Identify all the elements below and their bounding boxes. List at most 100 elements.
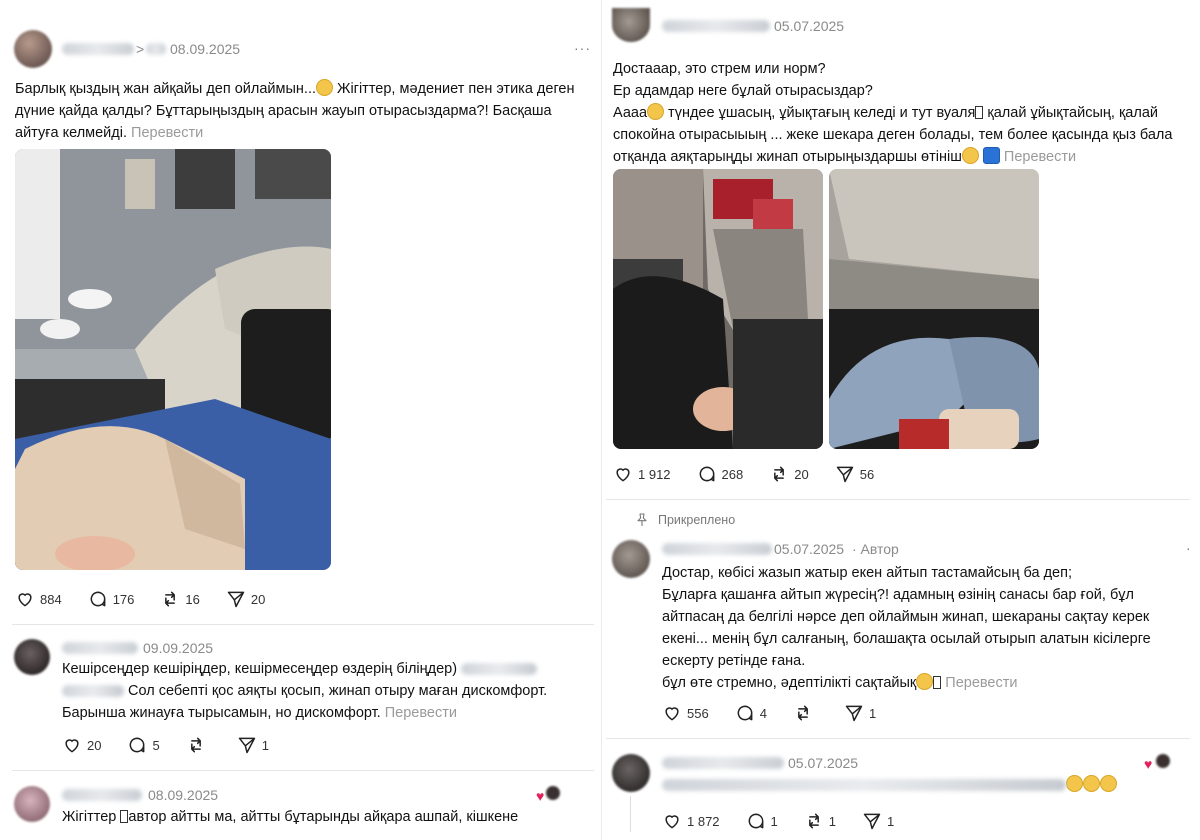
- reply-button[interactable]: 5: [127, 735, 160, 755]
- post-date[interactable]: 08.09.2025: [170, 41, 240, 57]
- pinned-line-4: екені... менің бұл салғаның, болашақта о…: [662, 631, 1151, 647]
- avatar[interactable]: [14, 30, 52, 68]
- more-options-icon[interactable]: ···: [574, 40, 591, 56]
- like-count: 1 912: [638, 466, 671, 482]
- send-icon: [238, 737, 255, 754]
- like-button[interactable]: 1 872: [662, 811, 720, 831]
- post-photo-airplane-1[interactable]: [613, 169, 823, 449]
- reply-line-1b: автор айтты ма, айтты бұтарынды айқара а…: [128, 809, 519, 825]
- repost-button[interactable]: [793, 703, 818, 723]
- breadcrumb-separator: >: [136, 41, 145, 57]
- share-button[interactable]: 1: [844, 703, 876, 723]
- author-label: · Автор: [852, 541, 899, 557]
- divider: [12, 770, 594, 771]
- post-line-5: отқанда аяқтарыңды жинап отырыңыздаршы ө…: [613, 149, 962, 165]
- heart-icon: [665, 815, 679, 829]
- topic-blurred[interactable]: [146, 43, 166, 55]
- username-blurred[interactable]: [662, 757, 784, 769]
- share-button[interactable]: 1: [862, 811, 894, 831]
- username-blurred[interactable]: [662, 543, 772, 555]
- reply-count: 4: [759, 705, 767, 721]
- grinning-face-emoji-icon: [1083, 775, 1100, 792]
- pinned-line-6: бұл өте стремно, әдептілікті сақтайық: [662, 675, 917, 691]
- username-blurred[interactable]: [62, 642, 138, 654]
- reply-line-2: Сол себепті қос аяқты қосып, жинап отыру…: [128, 683, 548, 699]
- reply-button[interactable]: 4: [735, 703, 767, 723]
- post-photo-airplane-2[interactable]: [829, 169, 1039, 449]
- like-button[interactable]: 20: [62, 735, 101, 755]
- pinned-line-3: айтпасаң да белгілі нәрсе деп ойлаймын ж…: [662, 609, 1150, 625]
- blurred-text: [662, 779, 1066, 792]
- post-line-4: спокойна отырасыыың ... жеке шекара деге…: [613, 127, 1173, 143]
- mention-blurred[interactable]: [461, 663, 538, 676]
- more-options-icon[interactable]: ·: [1186, 540, 1192, 556]
- translate-link[interactable]: Перевести: [1004, 149, 1076, 165]
- translate-link[interactable]: Перевести: [131, 125, 203, 141]
- post-date[interactable]: 05.07.2025: [774, 18, 844, 34]
- reply-date[interactable]: 08.09.2025: [148, 787, 218, 803]
- send-icon: [836, 466, 853, 483]
- divider: [606, 499, 1190, 500]
- comment-bubble-icon: [90, 591, 106, 607]
- like-count: 884: [40, 591, 62, 607]
- post-line-3b: түндее ұшасың, ұйықтағың келеді и тут ву…: [664, 105, 976, 121]
- send-icon: [845, 705, 863, 722]
- reply-button[interactable]: 268: [697, 464, 743, 484]
- thread-line: [630, 796, 631, 832]
- reply-date[interactable]: 09.09.2025: [143, 640, 213, 656]
- share-button[interactable]: 20: [226, 589, 265, 609]
- like-button[interactable]: 556: [662, 703, 709, 723]
- share-button[interactable]: 1: [237, 735, 269, 755]
- metro-photo-illustration: [15, 149, 331, 570]
- avatar[interactable]: [14, 639, 50, 675]
- author-avatar-small: [1156, 754, 1170, 768]
- repost-button[interactable]: 20: [769, 464, 809, 484]
- comment-bubble-icon: [699, 466, 714, 482]
- reply-count: 1: [770, 813, 778, 829]
- pin-icon: [637, 513, 647, 526]
- post-line-3a: Аааа: [613, 105, 648, 121]
- pinned-text: Достар, көбісі жазып жатыр екен айтып та…: [662, 562, 1198, 694]
- like-button[interactable]: 884: [15, 589, 62, 609]
- grinning-face-emoji-icon: [1100, 775, 1117, 792]
- avatar[interactable]: [612, 8, 650, 42]
- liked-by-author-heart-icon: ♥: [536, 788, 545, 804]
- repost-button[interactable]: 1: [804, 811, 836, 831]
- comment-bubble-icon: [748, 813, 763, 829]
- missing-glyph-icon: [933, 676, 942, 689]
- send-icon: [227, 591, 245, 608]
- repost-button[interactable]: [186, 735, 211, 755]
- reply-button[interactable]: 176: [88, 589, 135, 609]
- divider: [606, 738, 1190, 739]
- post-text: Барлық қыздың жан айқайы деп ойлаймын...…: [15, 78, 593, 144]
- reply-date[interactable]: 05.07.2025: [788, 755, 858, 771]
- avatar[interactable]: [14, 786, 50, 822]
- repost-icon: [774, 466, 785, 482]
- share-count: 1: [868, 705, 877, 721]
- pinned-date[interactable]: 05.07.2025: [774, 541, 844, 557]
- airplane-photo-illustration: [829, 169, 1039, 449]
- avatar[interactable]: [612, 754, 650, 792]
- reply-actions: 1 872 1 1 1: [662, 811, 920, 831]
- reply-button[interactable]: 1: [746, 811, 778, 831]
- username-blurred[interactable]: [62, 43, 134, 55]
- translate-link[interactable]: Перевести: [945, 675, 1017, 691]
- mention-blurred[interactable]: [62, 685, 124, 698]
- share-button[interactable]: 56: [835, 464, 874, 484]
- comment-bubble-icon: [130, 737, 145, 753]
- heart-icon: [65, 739, 79, 753]
- username-blurred[interactable]: [62, 789, 142, 801]
- avatar[interactable]: [612, 540, 650, 578]
- username-blurred[interactable]: [662, 20, 770, 32]
- repost-button[interactable]: 16: [160, 589, 200, 609]
- translate-link[interactable]: Перевести: [385, 705, 457, 721]
- reply-count: 176: [112, 591, 135, 607]
- post-photo-metro-seat[interactable]: [15, 149, 331, 570]
- reply-actions: 20 5 1: [62, 735, 295, 755]
- left-feed-column: > 08.09.2025 ··· Барлық қыздың жан айқай…: [0, 0, 598, 840]
- right-feed-column: 05.07.2025 Достааар, это стрем или норм?…: [604, 0, 1200, 840]
- post-actions: 1 912 268 20 56: [613, 464, 900, 484]
- like-button[interactable]: 1 912: [613, 464, 671, 484]
- like-count: 556: [687, 705, 709, 721]
- grinning-face-emoji-icon: [1066, 775, 1083, 792]
